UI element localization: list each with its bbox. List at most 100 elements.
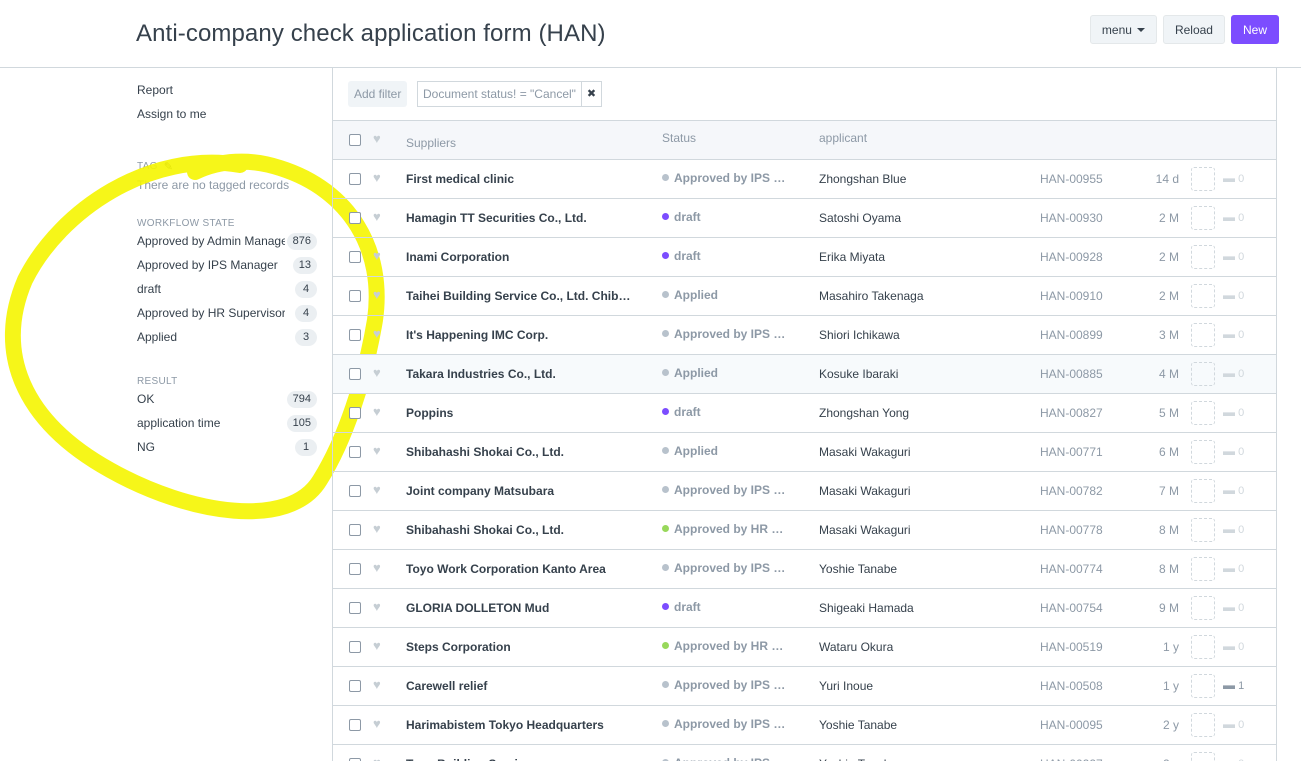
close-icon[interactable]: ✖ [581, 81, 602, 107]
row-checkbox[interactable] [349, 251, 361, 263]
comment-count[interactable]: ▬ 0 [1223, 288, 1244, 302]
status-indicator[interactable]: Approved by IPS Manager [662, 327, 790, 341]
comment-count[interactable]: ▬ 0 [1223, 405, 1244, 419]
sidebar-link-assign-to-me[interactable]: Assign to me [137, 106, 317, 130]
sidebar-stat-item[interactable]: Approved by HR Supervisor 4 [137, 305, 317, 330]
row-checkbox[interactable] [349, 563, 361, 575]
comment-count[interactable]: ▬ 0 [1223, 210, 1244, 224]
heart-icon[interactable]: ♥ [373, 327, 381, 340]
reload-button[interactable]: Reload [1162, 15, 1225, 44]
filter-chip[interactable]: Document status! = "Cancel" ✖ [417, 81, 602, 107]
comment-count[interactable]: ▬ 1 [1223, 678, 1244, 692]
list-row[interactable]: ♥ Inami Corporation draft Erika Miyata HAN-0… [333, 238, 1276, 277]
status-indicator[interactable]: Applied [662, 288, 790, 302]
comment-count[interactable]: ▬ 0 [1223, 756, 1244, 761]
heart-icon[interactable]: ♥ [373, 717, 381, 730]
heart-icon[interactable]: ♥ [373, 366, 381, 379]
comment-count[interactable]: ▬ 0 [1223, 522, 1244, 536]
comment-count[interactable]: ▬ 0 [1223, 171, 1244, 185]
assignee-avatar-placeholder[interactable] [1191, 518, 1215, 542]
list-row[interactable]: ♥ Takara Industries Co., Ltd. Applied Kosuk… [333, 355, 1276, 394]
row-checkbox[interactable] [349, 368, 361, 380]
sidebar-stat-item[interactable]: Approved by Admin Manager 876 [137, 233, 317, 258]
status-indicator[interactable]: Approved by IPS Manager [662, 678, 790, 692]
heart-icon[interactable]: ♥ [373, 132, 381, 145]
row-checkbox[interactable] [349, 719, 361, 731]
heart-icon[interactable]: ♥ [373, 678, 381, 691]
supplier-link[interactable]: Steps Corporation [406, 640, 634, 654]
sidebar-stat-item[interactable]: Applied 3 [137, 329, 317, 354]
status-indicator[interactable]: Approved by HR Supervisor [662, 522, 790, 536]
sidebar-stat-item[interactable]: application time 105 [137, 415, 317, 440]
comment-count[interactable]: ▬ 0 [1223, 366, 1244, 380]
status-indicator[interactable]: Approved by IPS Manager [662, 756, 790, 761]
row-checkbox[interactable] [349, 485, 361, 497]
status-indicator[interactable]: draft [662, 600, 790, 614]
assignee-avatar-placeholder[interactable] [1191, 206, 1215, 230]
list-row[interactable]: ♥ Shibahashi Shokai Co., Ltd. Approved by … [333, 511, 1276, 550]
comment-count[interactable]: ▬ 0 [1223, 483, 1244, 497]
menu-button[interactable]: menu [1089, 15, 1157, 44]
heart-icon[interactable]: ♥ [373, 288, 381, 301]
list-row[interactable]: ♥ Harimabistem Tokyo Headquarters Approved… [333, 706, 1276, 745]
heart-icon[interactable]: ♥ [373, 483, 381, 496]
filter-chip-label[interactable]: Document status! = "Cancel" [417, 81, 582, 107]
status-indicator[interactable]: Approved by IPS Manager [662, 483, 790, 497]
row-checkbox[interactable] [349, 641, 361, 653]
supplier-link[interactable]: It's Happening IMC Corp. [406, 328, 634, 342]
list-row[interactable]: ♥ It's Happening IMC Corp. Approved by IPS… [333, 316, 1276, 355]
assignee-avatar-placeholder[interactable] [1191, 323, 1215, 347]
supplier-link[interactable]: Carewell relief [406, 679, 634, 693]
status-indicator[interactable]: Approved by IPS Manager [662, 717, 790, 731]
row-checkbox[interactable] [349, 524, 361, 536]
list-row[interactable]: ♥ Carewell relief Approved by IPS Manager Y… [333, 667, 1276, 706]
status-indicator[interactable]: Approved by IPS Manager [662, 561, 790, 575]
comment-count[interactable]: ▬ 0 [1223, 639, 1244, 653]
list-row[interactable]: ♥ Poppins draft Zhongshan Yong HAN-00827 5 M ▬… [333, 394, 1276, 433]
list-row[interactable]: ♥ Shibahashi Shokai Co., Ltd. Applied Masak… [333, 433, 1276, 472]
heart-icon[interactable]: ♥ [373, 444, 381, 457]
list-row[interactable]: ♥ Joint company Matsubara Approved by IPS … [333, 472, 1276, 511]
assignee-avatar-placeholder[interactable] [1191, 362, 1215, 386]
supplier-link[interactable]: GLORIA DOLLETON Mud [406, 601, 634, 615]
assignee-avatar-placeholder[interactable] [1191, 440, 1215, 464]
comment-count[interactable]: ▬ 0 [1223, 327, 1244, 341]
supplier-link[interactable]: Poppins [406, 406, 634, 420]
heart-icon[interactable]: ♥ [373, 600, 381, 613]
assignee-avatar-placeholder[interactable] [1191, 596, 1215, 620]
sidebar-stat-item[interactable]: OK 794 [137, 391, 317, 416]
add-filter-button[interactable]: Add filter [348, 81, 408, 107]
assignee-avatar-placeholder[interactable] [1191, 713, 1215, 737]
supplier-link[interactable]: Takara Industries Co., Ltd. [406, 367, 634, 381]
assignee-avatar-placeholder[interactable] [1191, 674, 1215, 698]
assignee-avatar-placeholder[interactable] [1191, 635, 1215, 659]
heart-icon[interactable]: ♥ [373, 405, 381, 418]
sidebar-link-report[interactable]: Report [137, 82, 317, 106]
status-indicator[interactable]: draft [662, 405, 790, 419]
comment-count[interactable]: ▬ 0 [1223, 444, 1244, 458]
heart-icon[interactable]: ♥ [373, 756, 381, 761]
supplier-link[interactable]: Joint company Matsubara [406, 484, 634, 498]
assignee-avatar-placeholder[interactable] [1191, 245, 1215, 269]
row-checkbox[interactable] [349, 602, 361, 614]
supplier-link[interactable]: Shibahashi Shokai Co., Ltd. [406, 445, 634, 459]
supplier-link[interactable]: Hamagin TT Securities Co., Ltd. [406, 211, 634, 225]
heart-icon[interactable]: ♥ [373, 210, 381, 223]
supplier-link[interactable]: Inami Corporation [406, 250, 634, 264]
select-all-checkbox[interactable] [349, 134, 361, 146]
row-checkbox[interactable] [349, 290, 361, 302]
supplier-link[interactable]: Toyo Work Corporation Kanto Area [406, 562, 634, 576]
supplier-link[interactable]: Taihei Building Service Co., Ltd. Chiba … [406, 289, 634, 303]
row-checkbox[interactable] [349, 173, 361, 185]
comment-count[interactable]: ▬ 0 [1223, 561, 1244, 575]
list-row[interactable]: ♥ Hamagin TT Securities Co., Ltd. draft Sat… [333, 199, 1276, 238]
new-button[interactable]: New [1230, 15, 1279, 44]
sidebar-stat-item[interactable]: draft 4 [137, 281, 317, 306]
assignee-avatar-placeholder[interactable] [1191, 557, 1215, 581]
list-row[interactable]: ♥ GLORIA DOLLETON Mud draft Shigeaki Hamada… [333, 589, 1276, 628]
supplier-link[interactable]: Toyo Building Services [406, 757, 634, 761]
row-checkbox[interactable] [349, 329, 361, 341]
status-indicator[interactable]: Approved by IPS Manager [662, 171, 790, 185]
assignee-avatar-placeholder[interactable] [1191, 752, 1215, 761]
supplier-link[interactable]: Shibahashi Shokai Co., Ltd. [406, 523, 634, 537]
